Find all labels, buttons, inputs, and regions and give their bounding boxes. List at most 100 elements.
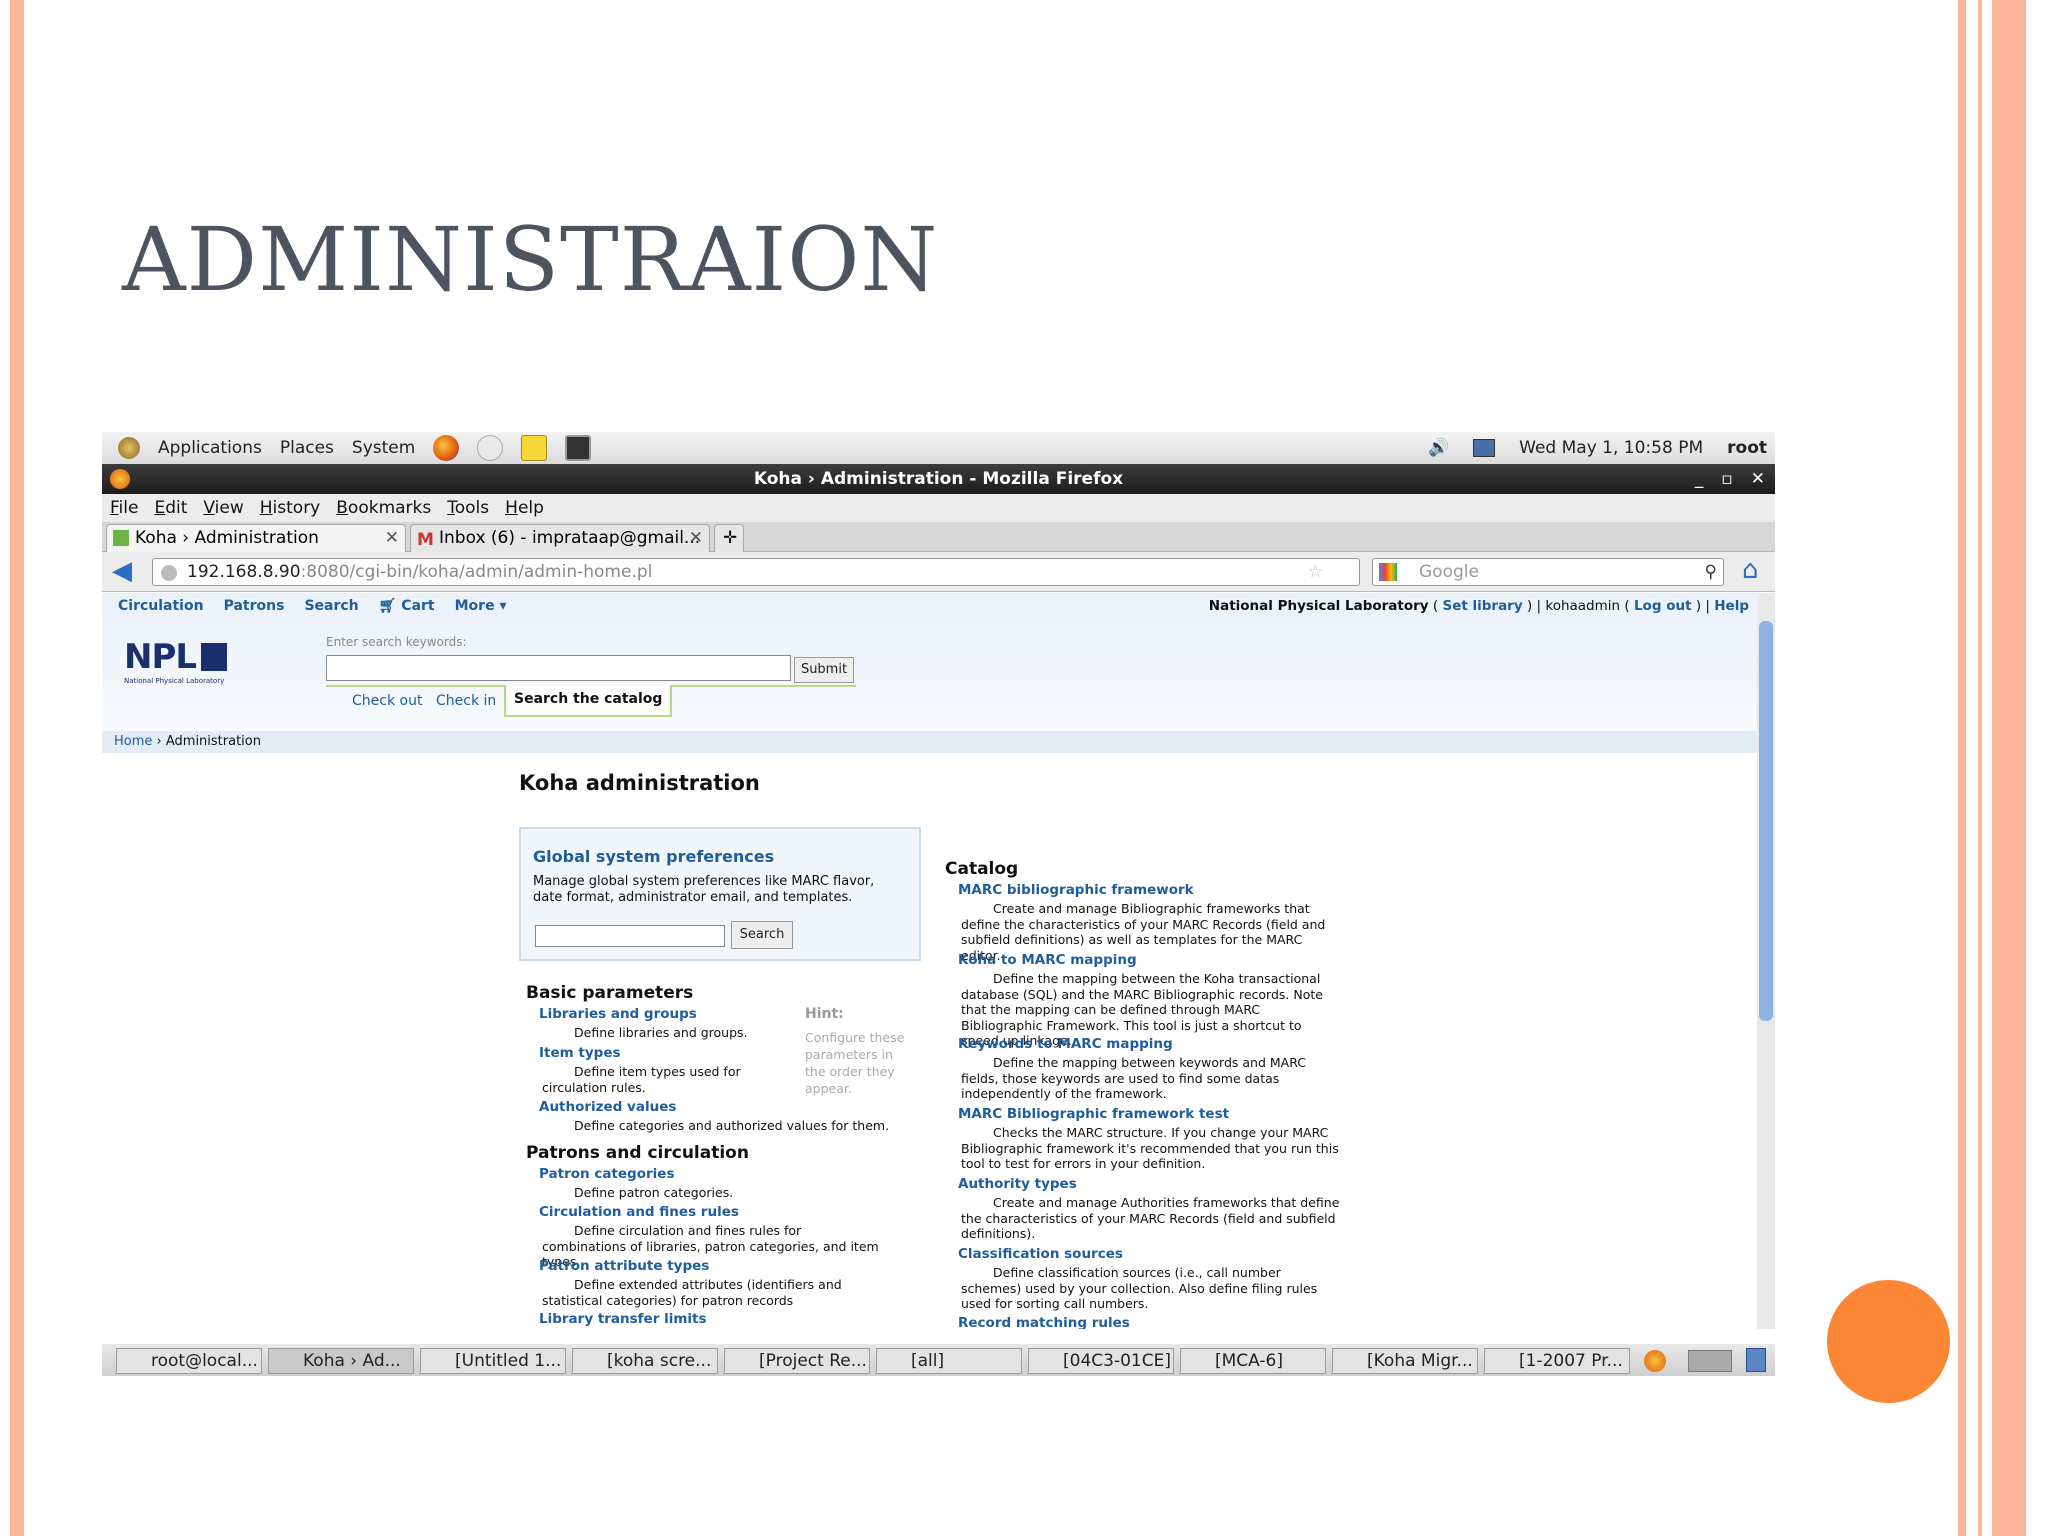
- task-label: [all]: [911, 1351, 945, 1371]
- search-tabs: Check out Check in Search the catalog: [326, 685, 856, 717]
- task-2007-doc[interactable]: [1-2007 Pr...: [1484, 1348, 1630, 1374]
- task-folder-all[interactable]: [all]: [876, 1348, 1022, 1374]
- task-folder-04c3[interactable]: [04C3-01CE]: [1028, 1348, 1174, 1374]
- menu-history[interactable]: History: [260, 498, 321, 518]
- applications-menu[interactable]: Applications: [158, 438, 262, 458]
- global-preferences-link[interactable]: Global system preferences: [533, 847, 907, 866]
- taskbar-firefox-icon[interactable]: [1644, 1350, 1666, 1372]
- task-terminal[interactable]: root@local...: [116, 1348, 262, 1374]
- breadcrumb-home[interactable]: Home: [114, 734, 152, 749]
- tab-search-catalog[interactable]: Search the catalog: [504, 685, 673, 717]
- terminal-launcher-icon[interactable]: [565, 435, 592, 461]
- menu-edit[interactable]: Edit: [154, 498, 187, 518]
- task-folder-mca6[interactable]: [MCA-6]: [1180, 1348, 1326, 1374]
- koha-to-marc-link[interactable]: Koha to MARC mapping: [958, 952, 1137, 968]
- maximize-icon[interactable]: ▫: [1721, 464, 1733, 494]
- volume-icon[interactable]: 🔊: [1428, 438, 1449, 458]
- preferences-search-input[interactable]: [535, 925, 725, 947]
- patron-attribute-types-link[interactable]: Patron attribute types: [539, 1258, 709, 1274]
- tab-gmail-inbox[interactable]: M Inbox (6) - imprataap@gmail... ✕: [410, 524, 710, 552]
- firefox-window-icon: [110, 469, 130, 489]
- firefox-navbar: ◀ 192.168.8.90:8080/cgi-bin/koha/admin/a…: [102, 552, 1775, 592]
- scrollbar-thumb[interactable]: [1759, 621, 1773, 1021]
- nav-cart[interactable]: 🛒︎ Cart: [379, 598, 435, 614]
- nav-circulation[interactable]: Circulation: [118, 598, 204, 614]
- tab-check-out[interactable]: Check out: [352, 693, 422, 709]
- circulation-rules-link[interactable]: Circulation and fines rules: [539, 1204, 739, 1220]
- logout-link[interactable]: Log out: [1634, 598, 1692, 614]
- notes-launcher-icon[interactable]: [521, 435, 548, 461]
- task-koha-migration[interactable]: [Koha Migr...: [1332, 1348, 1478, 1374]
- clock[interactable]: Wed May 1, 10:58 PM: [1519, 438, 1703, 458]
- mail-launcher-icon[interactable]: [477, 435, 504, 461]
- preferences-search-button[interactable]: Search: [731, 921, 793, 949]
- catalog-search-input[interactable]: [326, 655, 791, 681]
- authority-types-desc: Create and manage Authorities frameworks…: [961, 1195, 1340, 1241]
- classification-sources-desc: Define classification sources (i.e., cal…: [961, 1265, 1318, 1311]
- minimize-icon[interactable]: _: [1695, 464, 1704, 494]
- hint-desc: Configure these parameters in the order …: [805, 1030, 905, 1096]
- task-firefox[interactable]: Koha › Ad...: [268, 1348, 414, 1374]
- firefox-tab-strip: Koha › Administration ✕ M Inbox (6) - im…: [102, 522, 1775, 552]
- tab-check-in[interactable]: Check in: [436, 693, 496, 709]
- tab-label: Koha › Administration: [135, 528, 319, 548]
- search-binoculars-icon[interactable]: ⚲: [1705, 559, 1717, 585]
- slide: ADMINISTRAION Applications Places System…: [0, 0, 2048, 1536]
- classification-sources-link[interactable]: Classification sources: [958, 1246, 1123, 1262]
- menu-tools[interactable]: Tools: [447, 498, 489, 518]
- close-window-icon[interactable]: ✕: [1751, 464, 1765, 494]
- nav-more[interactable]: More ▾: [455, 598, 507, 614]
- left-stripe: [10, 0, 24, 1536]
- places-menu[interactable]: Places: [280, 438, 334, 458]
- libraries-groups-link[interactable]: Libraries and groups: [539, 1006, 697, 1022]
- koha-main-nav: Circulation Patrons Search 🛒︎ Cart More …: [118, 598, 506, 614]
- close-tab-icon[interactable]: ✕: [385, 525, 399, 551]
- firefox-launcher-icon[interactable]: [433, 435, 460, 461]
- gnome-foot-icon[interactable]: [118, 437, 140, 459]
- help-link[interactable]: Help: [1714, 598, 1749, 614]
- gmail-favicon-icon: M: [417, 530, 434, 550]
- menu-file[interactable]: File: [110, 498, 138, 518]
- task-project-report[interactable]: [Project Re...: [724, 1348, 870, 1374]
- search-bar[interactable]: Google ⚲: [1372, 558, 1724, 586]
- close-tab-icon[interactable]: ✕: [689, 525, 703, 551]
- menu-bookmarks[interactable]: Bookmarks: [336, 498, 431, 518]
- authorized-values-link[interactable]: Authorized values: [539, 1099, 676, 1115]
- authority-types-link[interactable]: Authority types: [958, 1176, 1077, 1192]
- global-preferences-box: Global system preferences Manage global …: [519, 827, 921, 961]
- site-identity-icon[interactable]: [161, 565, 177, 581]
- nav-patrons[interactable]: Patrons: [224, 598, 285, 614]
- google-engine-icon[interactable]: [1379, 563, 1397, 581]
- menu-view[interactable]: View: [203, 498, 243, 518]
- page-scrollbar[interactable]: [1757, 593, 1775, 1329]
- npl-logo[interactable]: NPL National Physical Laboratory: [124, 637, 254, 689]
- home-icon[interactable]: ⌂: [1742, 556, 1759, 584]
- system-menu[interactable]: System: [352, 438, 415, 458]
- network-icon[interactable]: [1473, 439, 1496, 457]
- submit-button[interactable]: Submit: [794, 657, 854, 683]
- task-untitled[interactable]: [Untitled 1...: [420, 1348, 566, 1374]
- url-bar[interactable]: 192.168.8.90:8080/cgi-bin/koha/admin/adm…: [152, 558, 1391, 586]
- nav-search[interactable]: Search: [304, 598, 358, 614]
- patron-categories-link[interactable]: Patron categories: [539, 1166, 674, 1182]
- user-name[interactable]: root: [1727, 438, 1767, 458]
- bookmark-star-icon[interactable]: ☆: [1308, 559, 1323, 585]
- item-types-link[interactable]: Item types: [539, 1045, 621, 1061]
- task-koha-screenshots[interactable]: [koha scre...: [572, 1348, 718, 1374]
- marc-framework-link[interactable]: MARC bibliographic framework: [958, 882, 1194, 898]
- workspace-switcher[interactable]: [1688, 1350, 1732, 1372]
- library-transfer-limits-link[interactable]: Library transfer limits: [539, 1311, 707, 1327]
- new-tab-button[interactable]: ✛: [714, 524, 744, 552]
- tab-koha-administration[interactable]: Koha › Administration ✕: [106, 524, 406, 552]
- task-label: Koha › Ad...: [303, 1351, 401, 1371]
- menu-help[interactable]: Help: [505, 498, 544, 518]
- marc-framework-test-link[interactable]: MARC Bibliographic framework test: [958, 1106, 1229, 1122]
- url-path: :8080/cgi-bin/koha/admin/admin-home.pl: [300, 562, 653, 582]
- trash-icon[interactable]: [1746, 1348, 1766, 1372]
- back-arrow-icon[interactable]: ◀: [112, 558, 132, 584]
- keywords-to-marc-link[interactable]: Keywords to MARC mapping: [958, 1036, 1173, 1052]
- gnome-taskbar: root@local... Koha › Ad... [Untitled 1..…: [102, 1344, 1775, 1376]
- breadcrumb-current: Administration: [165, 734, 261, 749]
- record-matching-rules-link[interactable]: Record matching rules: [958, 1315, 1130, 1329]
- set-library-link[interactable]: Set library: [1442, 598, 1522, 614]
